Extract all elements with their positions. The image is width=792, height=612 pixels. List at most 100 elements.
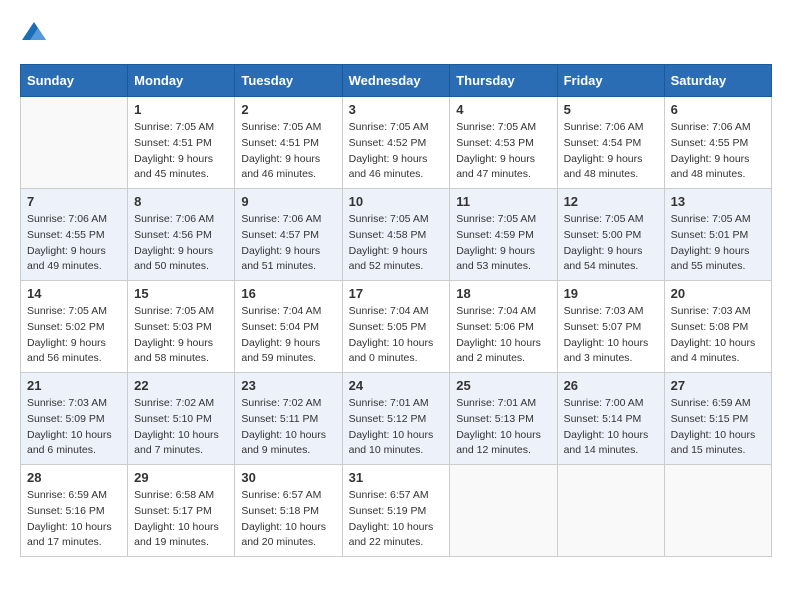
calendar-week-2: 7 Sunrise: 7:06 AMSunset: 4:55 PMDayligh… bbox=[21, 189, 772, 281]
calendar-cell: 25 Sunrise: 7:01 AMSunset: 5:13 PMDaylig… bbox=[450, 373, 557, 465]
day-header-thursday: Thursday bbox=[450, 65, 557, 97]
day-number: 18 bbox=[456, 286, 550, 301]
day-info: Sunrise: 6:58 AMSunset: 5:17 PMDaylight:… bbox=[134, 488, 228, 551]
day-number: 23 bbox=[241, 378, 335, 393]
calendar-cell bbox=[557, 465, 664, 557]
day-info: Sunrise: 7:02 AMSunset: 5:11 PMDaylight:… bbox=[241, 396, 335, 459]
calendar-cell: 9 Sunrise: 7:06 AMSunset: 4:57 PMDayligh… bbox=[235, 189, 342, 281]
day-info: Sunrise: 7:06 AMSunset: 4:57 PMDaylight:… bbox=[241, 212, 335, 275]
calendar-cell: 7 Sunrise: 7:06 AMSunset: 4:55 PMDayligh… bbox=[21, 189, 128, 281]
day-info: Sunrise: 7:05 AMSunset: 5:03 PMDaylight:… bbox=[134, 304, 228, 367]
day-info: Sunrise: 7:06 AMSunset: 4:54 PMDaylight:… bbox=[564, 120, 658, 183]
calendar-cell: 16 Sunrise: 7:04 AMSunset: 5:04 PMDaylig… bbox=[235, 281, 342, 373]
calendar-week-4: 21 Sunrise: 7:03 AMSunset: 5:09 PMDaylig… bbox=[21, 373, 772, 465]
day-header-monday: Monday bbox=[128, 65, 235, 97]
calendar-cell: 19 Sunrise: 7:03 AMSunset: 5:07 PMDaylig… bbox=[557, 281, 664, 373]
calendar-cell: 17 Sunrise: 7:04 AMSunset: 5:05 PMDaylig… bbox=[342, 281, 450, 373]
calendar-cell: 1 Sunrise: 7:05 AMSunset: 4:51 PMDayligh… bbox=[128, 97, 235, 189]
day-info: Sunrise: 7:05 AMSunset: 4:59 PMDaylight:… bbox=[456, 212, 550, 275]
day-number: 17 bbox=[349, 286, 444, 301]
day-header-friday: Friday bbox=[557, 65, 664, 97]
calendar-cell: 6 Sunrise: 7:06 AMSunset: 4:55 PMDayligh… bbox=[664, 97, 771, 189]
day-header-wednesday: Wednesday bbox=[342, 65, 450, 97]
day-number: 25 bbox=[456, 378, 550, 393]
calendar-week-5: 28 Sunrise: 6:59 AMSunset: 5:16 PMDaylig… bbox=[21, 465, 772, 557]
day-number: 2 bbox=[241, 102, 335, 117]
day-number: 5 bbox=[564, 102, 658, 117]
day-number: 1 bbox=[134, 102, 228, 117]
calendar-cell: 13 Sunrise: 7:05 AMSunset: 5:01 PMDaylig… bbox=[664, 189, 771, 281]
day-info: Sunrise: 7:05 AMSunset: 4:58 PMDaylight:… bbox=[349, 212, 444, 275]
logo-icon bbox=[20, 20, 48, 48]
day-number: 9 bbox=[241, 194, 335, 209]
day-info: Sunrise: 7:04 AMSunset: 5:06 PMDaylight:… bbox=[456, 304, 550, 367]
calendar-cell: 8 Sunrise: 7:06 AMSunset: 4:56 PMDayligh… bbox=[128, 189, 235, 281]
day-info: Sunrise: 6:59 AMSunset: 5:15 PMDaylight:… bbox=[671, 396, 765, 459]
day-info: Sunrise: 7:00 AMSunset: 5:14 PMDaylight:… bbox=[564, 396, 658, 459]
day-number: 6 bbox=[671, 102, 765, 117]
day-number: 12 bbox=[564, 194, 658, 209]
day-info: Sunrise: 7:03 AMSunset: 5:09 PMDaylight:… bbox=[27, 396, 121, 459]
calendar-cell: 28 Sunrise: 6:59 AMSunset: 5:16 PMDaylig… bbox=[21, 465, 128, 557]
day-info: Sunrise: 7:04 AMSunset: 5:04 PMDaylight:… bbox=[241, 304, 335, 367]
day-header-tuesday: Tuesday bbox=[235, 65, 342, 97]
calendar-week-1: 1 Sunrise: 7:05 AMSunset: 4:51 PMDayligh… bbox=[21, 97, 772, 189]
calendar-cell: 11 Sunrise: 7:05 AMSunset: 4:59 PMDaylig… bbox=[450, 189, 557, 281]
day-number: 27 bbox=[671, 378, 765, 393]
day-number: 7 bbox=[27, 194, 121, 209]
calendar-cell: 5 Sunrise: 7:06 AMSunset: 4:54 PMDayligh… bbox=[557, 97, 664, 189]
day-info: Sunrise: 7:01 AMSunset: 5:13 PMDaylight:… bbox=[456, 396, 550, 459]
calendar-cell: 12 Sunrise: 7:05 AMSunset: 5:00 PMDaylig… bbox=[557, 189, 664, 281]
day-info: Sunrise: 7:05 AMSunset: 4:51 PMDaylight:… bbox=[241, 120, 335, 183]
day-number: 8 bbox=[134, 194, 228, 209]
day-number: 11 bbox=[456, 194, 550, 209]
day-number: 28 bbox=[27, 470, 121, 485]
day-number: 26 bbox=[564, 378, 658, 393]
day-number: 22 bbox=[134, 378, 228, 393]
calendar-cell: 31 Sunrise: 6:57 AMSunset: 5:19 PMDaylig… bbox=[342, 465, 450, 557]
day-info: Sunrise: 7:01 AMSunset: 5:12 PMDaylight:… bbox=[349, 396, 444, 459]
day-info: Sunrise: 7:05 AMSunset: 4:53 PMDaylight:… bbox=[456, 120, 550, 183]
calendar-cell: 30 Sunrise: 6:57 AMSunset: 5:18 PMDaylig… bbox=[235, 465, 342, 557]
day-info: Sunrise: 7:05 AMSunset: 5:02 PMDaylight:… bbox=[27, 304, 121, 367]
day-info: Sunrise: 7:03 AMSunset: 5:07 PMDaylight:… bbox=[564, 304, 658, 367]
calendar-cell bbox=[450, 465, 557, 557]
day-info: Sunrise: 6:57 AMSunset: 5:18 PMDaylight:… bbox=[241, 488, 335, 551]
calendar-cell: 18 Sunrise: 7:04 AMSunset: 5:06 PMDaylig… bbox=[450, 281, 557, 373]
calendar-cell: 10 Sunrise: 7:05 AMSunset: 4:58 PMDaylig… bbox=[342, 189, 450, 281]
day-info: Sunrise: 7:03 AMSunset: 5:08 PMDaylight:… bbox=[671, 304, 765, 367]
calendar-cell: 26 Sunrise: 7:00 AMSunset: 5:14 PMDaylig… bbox=[557, 373, 664, 465]
calendar-cell: 23 Sunrise: 7:02 AMSunset: 5:11 PMDaylig… bbox=[235, 373, 342, 465]
logo bbox=[20, 20, 50, 48]
day-info: Sunrise: 7:06 AMSunset: 4:56 PMDaylight:… bbox=[134, 212, 228, 275]
calendar-cell: 3 Sunrise: 7:05 AMSunset: 4:52 PMDayligh… bbox=[342, 97, 450, 189]
day-header-sunday: Sunday bbox=[21, 65, 128, 97]
page-header bbox=[20, 20, 772, 48]
day-number: 4 bbox=[456, 102, 550, 117]
day-number: 21 bbox=[27, 378, 121, 393]
day-info: Sunrise: 6:59 AMSunset: 5:16 PMDaylight:… bbox=[27, 488, 121, 551]
calendar-week-3: 14 Sunrise: 7:05 AMSunset: 5:02 PMDaylig… bbox=[21, 281, 772, 373]
day-number: 10 bbox=[349, 194, 444, 209]
day-number: 3 bbox=[349, 102, 444, 117]
day-number: 13 bbox=[671, 194, 765, 209]
day-info: Sunrise: 7:05 AMSunset: 4:52 PMDaylight:… bbox=[349, 120, 444, 183]
day-number: 16 bbox=[241, 286, 335, 301]
calendar-cell: 27 Sunrise: 6:59 AMSunset: 5:15 PMDaylig… bbox=[664, 373, 771, 465]
day-info: Sunrise: 7:05 AMSunset: 5:01 PMDaylight:… bbox=[671, 212, 765, 275]
calendar-cell: 15 Sunrise: 7:05 AMSunset: 5:03 PMDaylig… bbox=[128, 281, 235, 373]
day-info: Sunrise: 6:57 AMSunset: 5:19 PMDaylight:… bbox=[349, 488, 444, 551]
calendar-cell: 24 Sunrise: 7:01 AMSunset: 5:12 PMDaylig… bbox=[342, 373, 450, 465]
day-number: 20 bbox=[671, 286, 765, 301]
day-info: Sunrise: 7:06 AMSunset: 4:55 PMDaylight:… bbox=[27, 212, 121, 275]
day-info: Sunrise: 7:06 AMSunset: 4:55 PMDaylight:… bbox=[671, 120, 765, 183]
calendar-cell bbox=[21, 97, 128, 189]
day-number: 19 bbox=[564, 286, 658, 301]
calendar-header-row: SundayMondayTuesdayWednesdayThursdayFrid… bbox=[21, 65, 772, 97]
calendar-cell bbox=[664, 465, 771, 557]
calendar-cell: 20 Sunrise: 7:03 AMSunset: 5:08 PMDaylig… bbox=[664, 281, 771, 373]
day-info: Sunrise: 7:05 AMSunset: 4:51 PMDaylight:… bbox=[134, 120, 228, 183]
day-info: Sunrise: 7:04 AMSunset: 5:05 PMDaylight:… bbox=[349, 304, 444, 367]
calendar-cell: 14 Sunrise: 7:05 AMSunset: 5:02 PMDaylig… bbox=[21, 281, 128, 373]
day-number: 24 bbox=[349, 378, 444, 393]
